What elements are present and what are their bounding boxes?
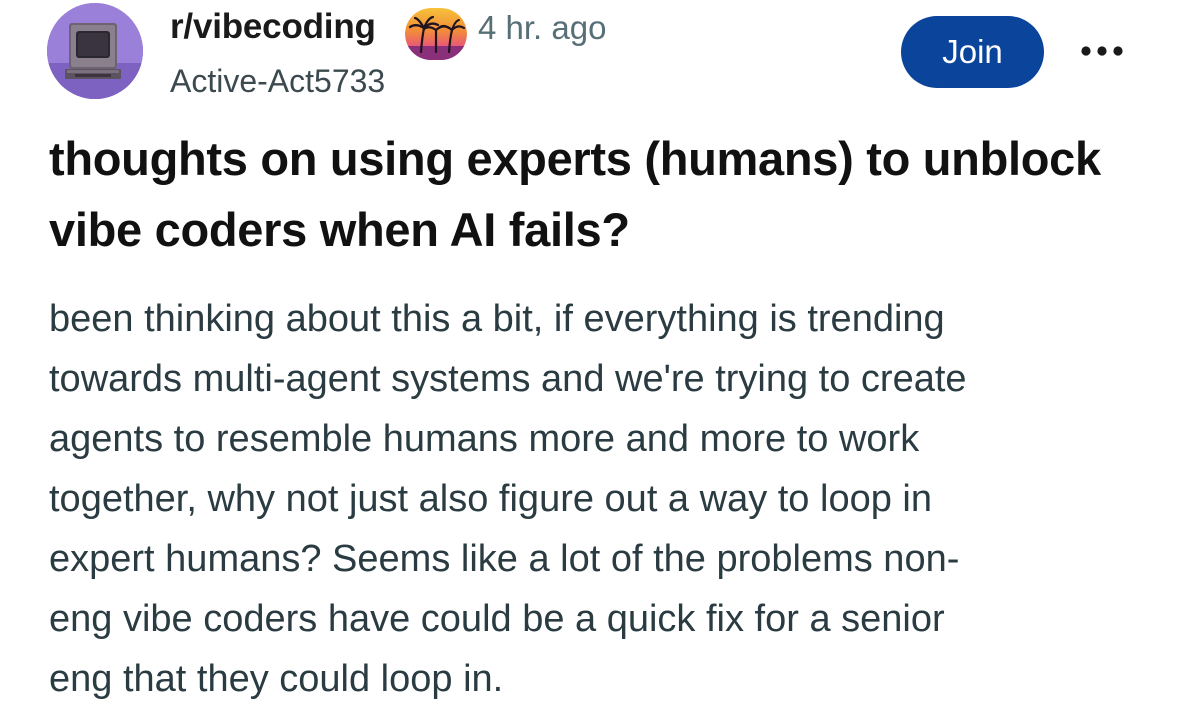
post-body: been thinking about this a bit, if every… [49,289,1149,707]
more-options-icon[interactable] [1076,31,1128,71]
post-timestamp: 4 hr. ago [478,9,607,46]
retro-computer-icon [47,3,143,99]
subreddit-avatar-icon[interactable] [47,3,143,99]
join-button[interactable]: Join [901,16,1044,88]
post-body-line: been thinking about this a bit, if every… [49,298,945,340]
post-body-line: eng that they could loop in. [49,658,504,700]
reddit-post: r/vibecoding 4 hr. ago Active-Act5733 Jo… [0,0,1179,707]
subreddit-name[interactable]: r/vibecoding [170,6,376,48]
post-body-line: eng vibe coders have could be a quick fi… [49,598,945,640]
post-body-line: towards multi-agent systems and we're tr… [49,358,967,400]
post-author[interactable]: Active-Act5733 [170,60,385,102]
post-body-line: expert humans? Seems like a lot of the p… [49,538,960,580]
post-body-line: agents to resemble humans more and more … [49,418,920,460]
post-title[interactable]: thoughts on using experts (humans) to un… [49,123,1159,265]
post-body-line: together, why not just also figure out a… [49,478,932,520]
palm-tree-sunset-icon [405,8,467,60]
